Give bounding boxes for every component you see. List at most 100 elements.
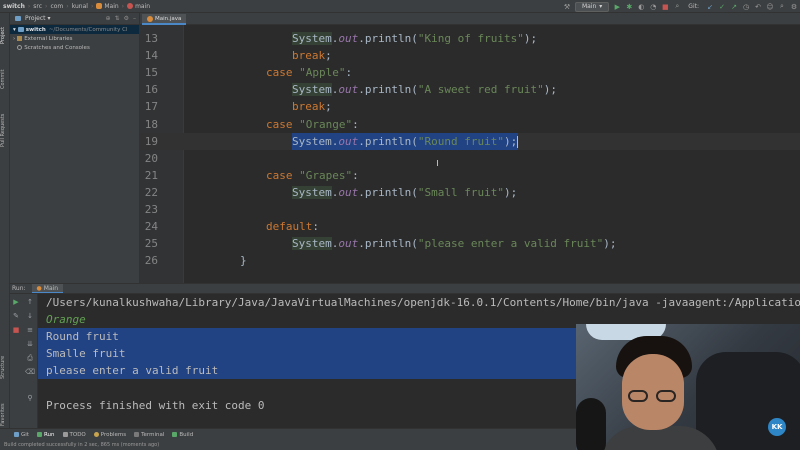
tree-item-switch[interactable]: ▾ switch ~/Documents/Community Cl	[10, 25, 139, 34]
gear-icon[interactable]: ⚙	[124, 15, 129, 22]
line-number: 19	[144, 134, 158, 148]
rollback-icon[interactable]: ↶	[754, 3, 762, 11]
tree-item-scratches[interactable]: › Scratches and Consoles	[10, 43, 139, 52]
project-panel-title[interactable]: Project	[25, 15, 46, 22]
code-editor[interactable]: 13 System.out.println("King of fruits"); 1…	[140, 25, 800, 283]
tool-todo[interactable]: TODO	[62, 432, 86, 438]
code-line[interactable]: 16 System.out.println("A sweet red fruit"…	[140, 81, 800, 98]
settings-icon[interactable]: ⚙	[790, 3, 798, 11]
history-icon[interactable]: ◷	[742, 3, 750, 11]
collapse-icon[interactable]: ⇅	[115, 15, 120, 22]
rerun-icon[interactable]: ▶	[12, 298, 20, 306]
run-tab-main[interactable]: ● Main	[31, 284, 64, 293]
code-line[interactable]: 26}	[140, 252, 800, 269]
breadcrumb-kunal[interactable]: kunal	[69, 3, 91, 10]
code-line[interactable]: 23	[140, 201, 800, 218]
code-line[interactable]: 13 System.out.println("King of fruits");	[140, 30, 800, 47]
tool-build[interactable]: Build	[172, 432, 193, 438]
run-configuration-select[interactable]: Main ▾	[574, 1, 610, 12]
search-everywhere-icon[interactable]: ⌕	[673, 2, 681, 11]
code-token: case	[266, 66, 300, 80]
code-token: ;	[325, 100, 332, 114]
search-icon[interactable]: ⌕	[778, 2, 786, 11]
wrench-icon[interactable]: ✎	[12, 312, 20, 320]
code-token: .println(	[358, 134, 418, 148]
webcam-glasses	[628, 390, 680, 404]
minimize-icon[interactable]: –	[133, 15, 136, 22]
project-panel-header: Project ▾ ⊕ ⇅ ⚙ –	[10, 13, 139, 25]
soft-wrap-icon[interactable]: ≡	[26, 326, 34, 334]
code-line[interactable]: 21 case "Grapes":	[140, 167, 800, 184]
line-number: 22	[144, 185, 158, 199]
breadcrumb-class[interactable]: Main	[93, 3, 121, 10]
code-line[interactable]: 15 case "Apple":	[140, 64, 800, 81]
code-line[interactable]: 20	[140, 150, 800, 167]
tool-tab-structure[interactable]: Structure	[0, 348, 10, 386]
code-token: :	[352, 117, 359, 131]
chevron-down-icon[interactable]: ▾	[48, 15, 51, 22]
tool-label: Run	[43, 431, 55, 438]
git-push-icon[interactable]: ↗	[730, 3, 738, 11]
breadcrumb-src[interactable]: src	[30, 3, 45, 10]
text-caret	[517, 135, 519, 148]
git-update-icon[interactable]: ↙	[706, 3, 714, 11]
code-line[interactable]: 18 case "Orange":	[140, 116, 800, 133]
webcam-overlay: KK	[576, 324, 800, 450]
tool-problems[interactable]: Problems	[93, 432, 126, 438]
coverage-icon[interactable]: ◐	[637, 3, 645, 11]
code-line[interactable]: 22 System.out.println("Small fruit");	[140, 184, 800, 201]
scroll-up-icon[interactable]: ↑	[26, 298, 34, 306]
code-text: System.out.println("A sweet red fruit");	[292, 81, 557, 98]
code-token: );	[543, 83, 557, 97]
code-token: );	[603, 237, 617, 251]
profile-icon[interactable]: ◔	[649, 3, 657, 11]
run-icon[interactable]: ▶	[613, 3, 621, 11]
breadcrumb-project[interactable]: switch	[0, 3, 28, 10]
hammer-icon	[172, 432, 178, 437]
pin-icon[interactable]: ⚲	[26, 394, 34, 402]
code-line[interactable]: 25 System.out.println("please enter a val…	[140, 235, 800, 252]
chevron-down-icon: ▾	[13, 26, 16, 33]
tool-tab-project[interactable]: Project	[0, 17, 10, 53]
locate-icon[interactable]: ⊕	[106, 15, 111, 22]
code-token: out	[338, 32, 359, 45]
code-text: case "Apple":	[266, 64, 352, 81]
code-line[interactable]: 14 break;	[140, 47, 800, 64]
tab-main-java[interactable]: Main.java	[142, 14, 187, 25]
stop-icon[interactable]: ■	[12, 326, 20, 334]
breadcrumb-com[interactable]: com	[47, 3, 66, 10]
line-number: 14	[144, 49, 158, 63]
run-config-label: Main	[581, 3, 597, 10]
library-icon	[17, 36, 23, 41]
code-token: break	[292, 49, 326, 63]
tool-tab-commit[interactable]: Commit	[0, 65, 10, 93]
debug-icon[interactable]: ✱	[625, 3, 633, 11]
tool-terminal[interactable]: Terminal	[134, 432, 164, 438]
navigation-bar: switch › src › com › kunal › Main › main…	[0, 0, 800, 13]
code-token: "Small fruit"	[417, 185, 504, 199]
code-line[interactable]: 24 default:	[140, 218, 800, 235]
trash-icon[interactable]: ⌫	[25, 368, 35, 376]
user-icon[interactable]: ☺	[766, 3, 774, 11]
run-tab-label: Main	[43, 284, 59, 292]
tree-item-external-libraries[interactable]: › External Libraries	[10, 34, 139, 43]
scroll-down-icon[interactable]: ↓	[26, 312, 34, 320]
code-token: "Orange"	[299, 117, 353, 131]
code-token: "Grapes"	[299, 168, 353, 182]
code-line[interactable]: 17 break;	[140, 98, 800, 115]
code-token: "please enter a valid fruit"	[417, 237, 604, 251]
breadcrumb-method[interactable]: main	[124, 3, 153, 10]
terminal-icon	[134, 432, 140, 437]
code-token: System	[292, 32, 332, 45]
tool-run[interactable]: Run	[36, 431, 55, 438]
tree-item-path: ~/Documents/Community Cl	[48, 26, 128, 33]
scroll-to-end-icon[interactable]: ⇊	[26, 340, 34, 348]
tool-tab-pull-requests[interactable]: Pull Requests	[0, 105, 10, 155]
tool-git[interactable]: Git	[14, 432, 29, 438]
line-number: 16	[144, 83, 158, 97]
code-line[interactable]: 19 System.out.println("Round fruit");	[140, 132, 800, 150]
hammer-build-icon[interactable]: ⚒	[563, 3, 571, 11]
print-icon[interactable]: ⎙	[26, 354, 34, 362]
git-commit-icon[interactable]: ✓	[718, 3, 726, 11]
stop-icon[interactable]: ■	[661, 3, 669, 11]
